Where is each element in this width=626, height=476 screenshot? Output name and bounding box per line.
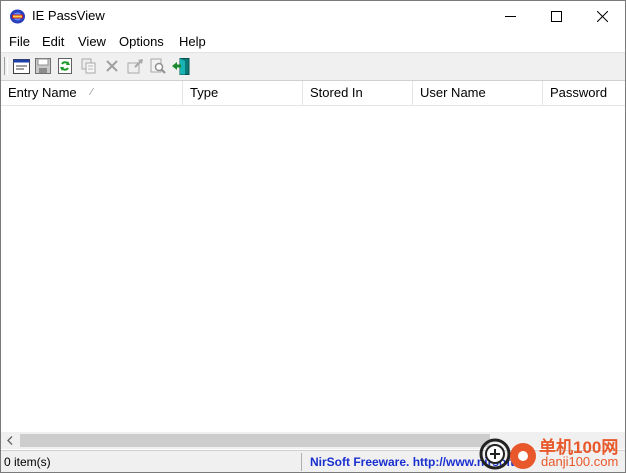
- copy-button[interactable]: [79, 56, 99, 76]
- column-type[interactable]: Type: [183, 81, 303, 105]
- column-label: Password: [550, 85, 608, 100]
- status-divider: [301, 453, 302, 471]
- minimize-icon: [504, 15, 516, 17]
- export-button[interactable]: [125, 56, 145, 76]
- watermark-logo: 单机100网 danji100.com: [477, 432, 626, 473]
- toolbar-grip[interactable]: [4, 57, 8, 75]
- properties-icon: [12, 58, 30, 74]
- column-user-name[interactable]: User Name: [413, 81, 543, 105]
- save-icon: [35, 58, 51, 74]
- column-label: User Name: [420, 85, 486, 100]
- find-button[interactable]: [148, 56, 168, 76]
- delete-icon: [106, 60, 118, 72]
- list-header: Entry Name ⁄ Type Stored In User Name Pa…: [1, 81, 625, 106]
- column-label: Stored In: [310, 85, 363, 100]
- ie-passview-window: IE PassView File Edit View Options Help: [0, 0, 626, 473]
- watermark-text-url: danji100.com: [541, 454, 619, 469]
- scroll-left-button[interactable]: [1, 432, 18, 449]
- exit-button[interactable]: [171, 56, 191, 76]
- close-button[interactable]: [579, 1, 625, 31]
- window-title: IE PassView: [32, 8, 105, 23]
- menu-bar: File Edit View Options Help: [1, 31, 625, 52]
- scrollbar-thumb[interactable]: [20, 434, 490, 447]
- refresh-button[interactable]: [55, 56, 75, 76]
- minimize-button[interactable]: [487, 1, 533, 31]
- refresh-icon: [58, 58, 72, 74]
- copy-icon: [81, 58, 96, 74]
- toolbar: [1, 52, 625, 81]
- ie-passview-app-icon: [9, 8, 26, 25]
- maximize-icon: [550, 10, 562, 22]
- export-icon: [127, 59, 143, 74]
- column-stored-in[interactable]: Stored In: [303, 81, 413, 105]
- chevron-left-icon: [6, 436, 12, 445]
- column-label: Type: [190, 85, 219, 100]
- maximize-button[interactable]: [533, 1, 579, 31]
- delete-button[interactable]: [102, 56, 122, 76]
- column-entry-name[interactable]: Entry Name ⁄: [1, 81, 183, 105]
- find-icon: [150, 58, 166, 74]
- menu-edit[interactable]: Edit: [42, 34, 64, 49]
- save-button[interactable]: [33, 56, 53, 76]
- column-password[interactable]: Password: [543, 81, 625, 105]
- menu-options[interactable]: Options: [119, 34, 164, 49]
- column-label: Entry Name: [8, 85, 77, 100]
- close-icon: [596, 10, 608, 22]
- title-bar[interactable]: IE PassView: [1, 1, 625, 31]
- menu-help[interactable]: Help: [179, 34, 206, 49]
- password-list[interactable]: Entry Name ⁄ Type Stored In User Name Pa…: [1, 81, 625, 432]
- exit-icon: [172, 57, 190, 75]
- item-count: 0 item(s): [4, 455, 51, 469]
- menu-file[interactable]: File: [9, 34, 30, 49]
- sort-indicator-icon: ⁄: [91, 87, 93, 98]
- properties-button[interactable]: [11, 56, 31, 76]
- menu-view[interactable]: View: [78, 34, 106, 49]
